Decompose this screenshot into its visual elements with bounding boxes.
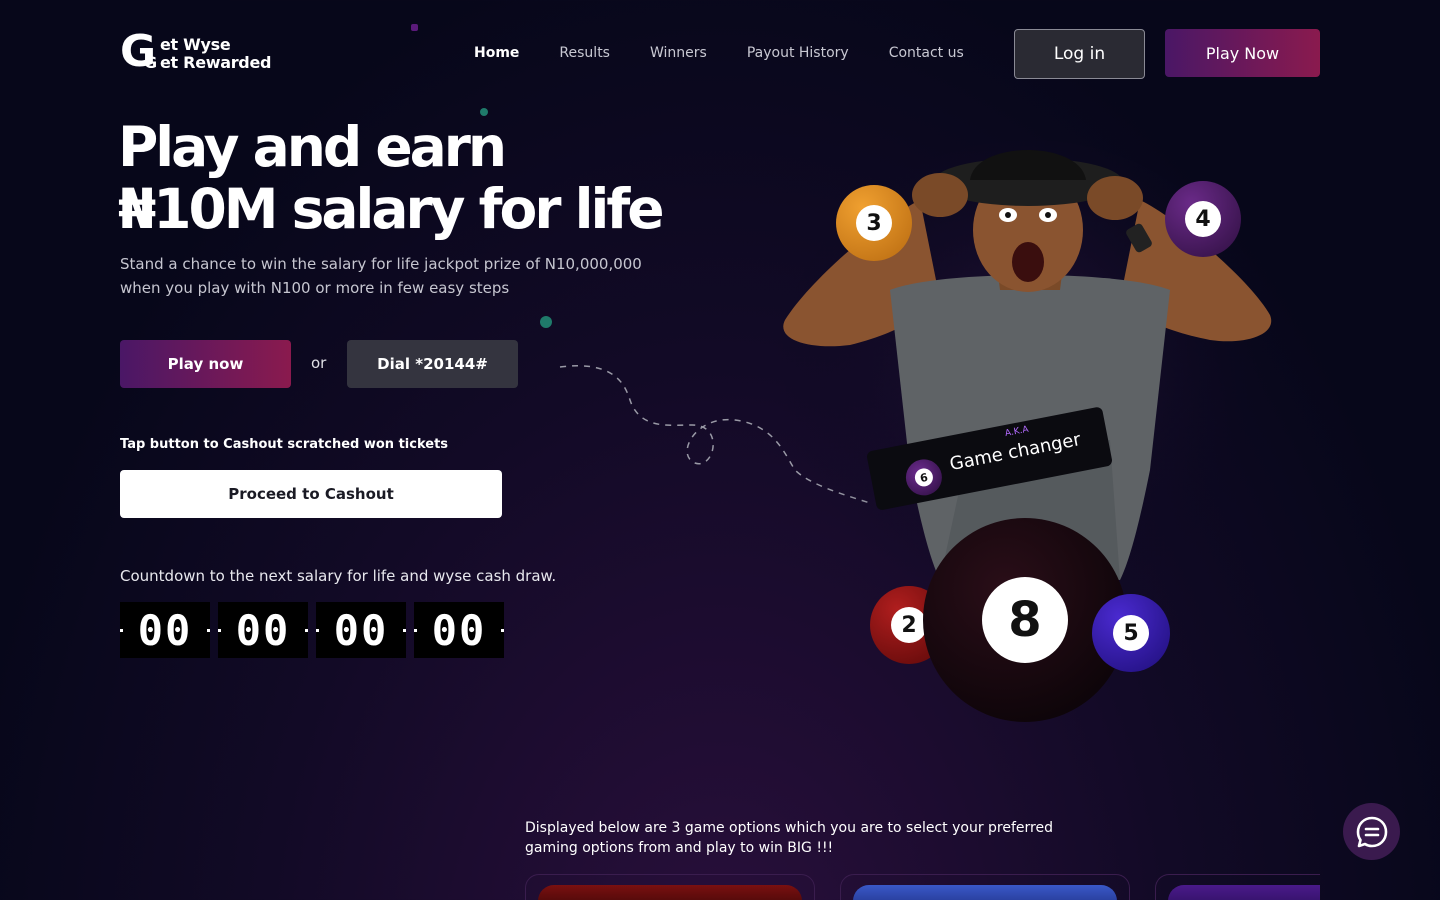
chat-bubble-icon [1356, 816, 1387, 847]
hero-title: Play and earn ₦10M salary for life [118, 115, 665, 241]
countdown-days: 00 [120, 602, 210, 658]
countdown-minutes: 00 [316, 602, 406, 658]
cashout-hint: Tap button to Cashout scratched won tick… [120, 437, 449, 452]
login-button[interactable]: Log in [1014, 29, 1145, 79]
lottery-ball-3: 3 [836, 185, 912, 261]
game-option-card-3[interactable] [1155, 874, 1320, 900]
main-nav: Home Results Winners Payout History Cont… [474, 45, 964, 61]
ball-number: 8 [982, 577, 1068, 663]
lottery-ball-5: 5 [1092, 594, 1170, 672]
hero-title-line-1: Play and earn [118, 115, 507, 179]
game-option-card-1[interactable] [525, 874, 815, 900]
dial-ussd-button[interactable]: Dial *20144# [347, 340, 518, 388]
header-play-now-button[interactable]: Play Now [1165, 29, 1320, 77]
lottery-ball-4: 4 [1165, 181, 1241, 257]
countdown-seconds: 00 [414, 602, 504, 658]
hero-subtitle: Stand a chance to win the salary for lif… [120, 255, 642, 297]
logo-line-1: et Wyse [160, 35, 231, 54]
aka-label: A.K.A [1004, 424, 1030, 440]
countdown-caption: Countdown to the next salary for life an… [120, 567, 557, 585]
logo-line-2: Get Rewarded [144, 53, 272, 72]
proceed-cashout-button[interactable]: Proceed to Cashout [120, 470, 502, 518]
nav-payout-history[interactable]: Payout History [747, 45, 849, 61]
nav-contact-us[interactable]: Contact us [889, 45, 964, 61]
logo-line-2-g: G [144, 53, 157, 72]
game-option-card-2[interactable] [840, 874, 1130, 900]
lottery-ball-6: 6 [902, 456, 946, 499]
decor-dot [540, 316, 552, 328]
nav-results[interactable]: Results [559, 45, 610, 61]
game-option-image [538, 885, 802, 900]
ball-number: 4 [1185, 201, 1221, 237]
logo-line-2-text: et Rewarded [160, 53, 272, 72]
games-intro: Displayed below are 3 game options which… [525, 820, 1053, 856]
ball-number: 2 [891, 607, 927, 643]
nav-winners[interactable]: Winners [650, 45, 707, 61]
or-separator: or [311, 354, 327, 372]
brand-logo[interactable]: G et Wyse Get Rewarded [120, 30, 290, 74]
game-option-image [1168, 885, 1320, 900]
ball-number: 6 [913, 466, 935, 488]
chat-support-button[interactable] [1343, 803, 1400, 860]
ball-number: 3 [856, 205, 892, 241]
countdown-hours: 00 [218, 602, 308, 658]
play-now-button[interactable]: Play now [120, 340, 291, 388]
ball-number: 5 [1113, 615, 1149, 651]
hero-title-line-2: ₦10M salary for life [118, 177, 665, 241]
decor-dot [411, 24, 418, 31]
countdown-timer: 00 00 00 00 [120, 602, 504, 658]
nav-home[interactable]: Home [474, 45, 519, 61]
game-option-image [853, 885, 1117, 900]
